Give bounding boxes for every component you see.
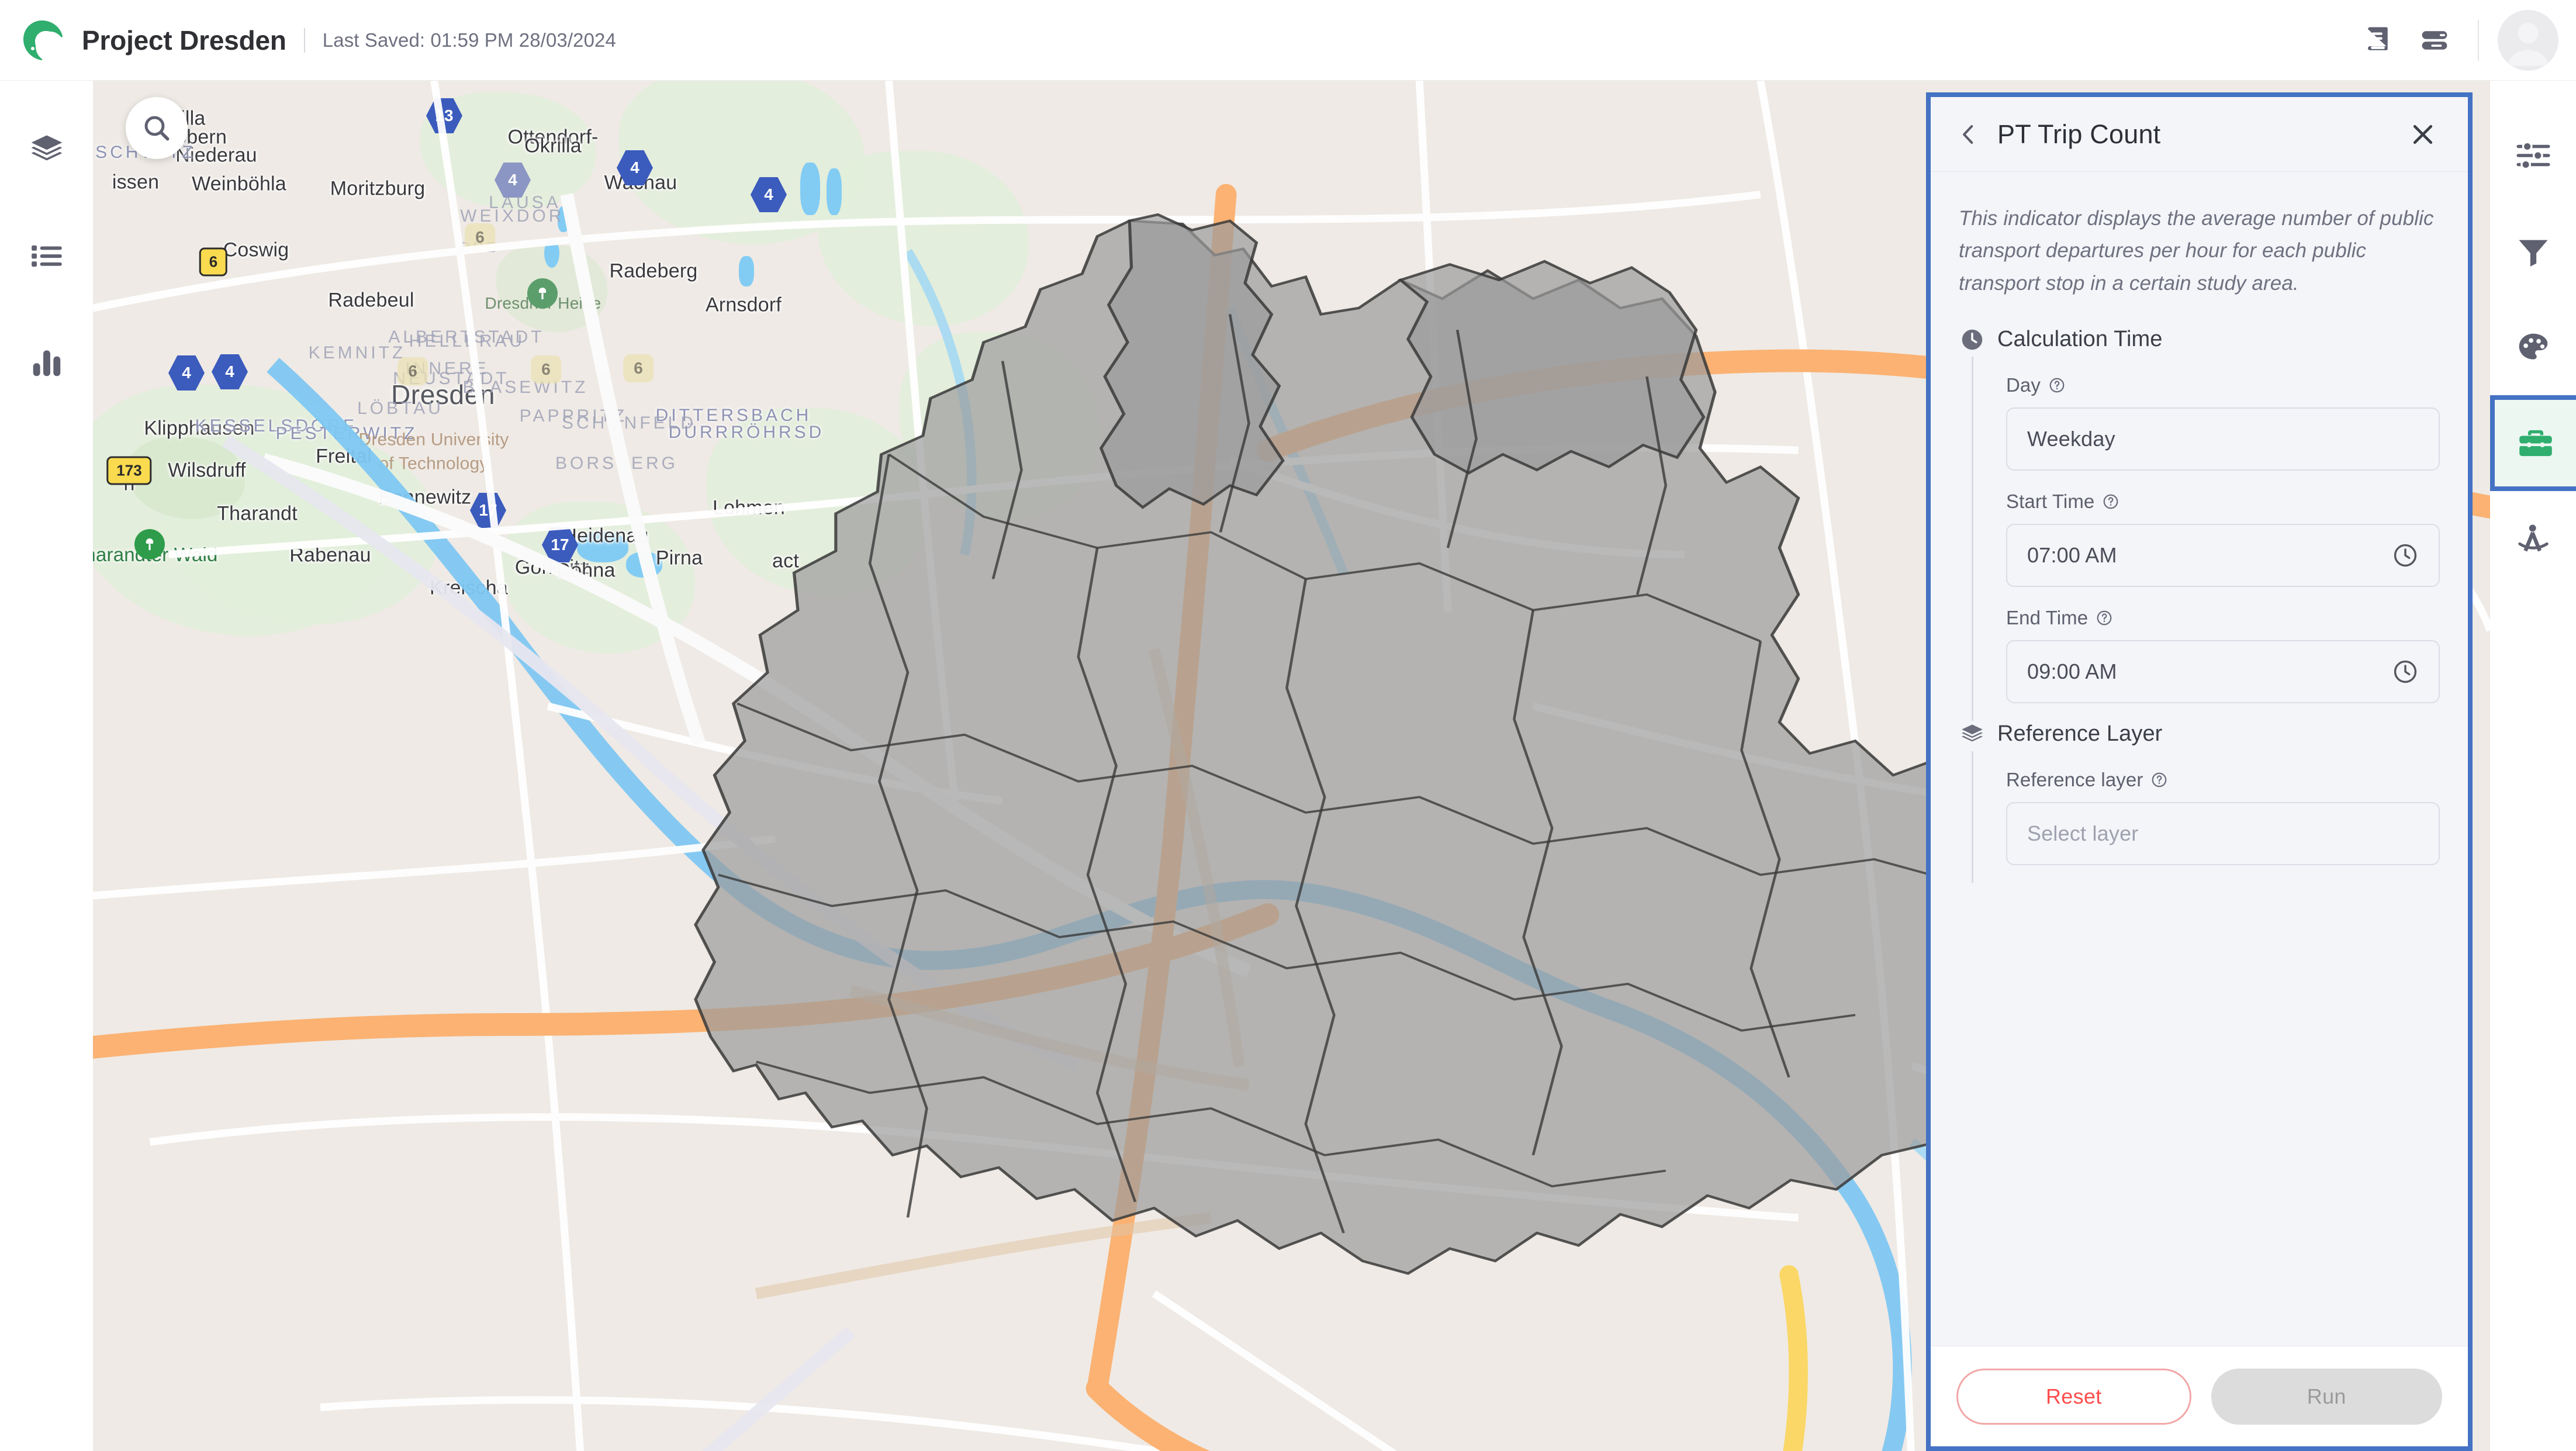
reference-layer-select[interactable]: Select layer — [2006, 801, 2440, 865]
clock-icon[interactable] — [2392, 542, 2419, 569]
section-body-reference-layer: Reference layer Select layer — [1972, 751, 2440, 883]
funnel-icon — [2518, 240, 2548, 267]
database-button[interactable] — [2406, 12, 2463, 68]
field-label-text: End Time — [2006, 606, 2089, 628]
help-icon[interactable] — [2150, 771, 2168, 789]
close-icon — [2413, 125, 2433, 144]
compass-icon — [2518, 524, 2549, 552]
sidebar-item-toolbox[interactable] — [2490, 395, 2576, 491]
section-header-reference-layer: Reference Layer — [1959, 721, 2440, 748]
start-time-value: 07:00 AM — [2027, 543, 2117, 567]
app-header: Project Dresden Last Saved: 01:59 PM 28/… — [0, 0, 2576, 81]
field-label-text: Day — [2006, 374, 2041, 396]
field-reference-layer: Reference layer Select layer — [2006, 769, 2440, 865]
end-time-input[interactable]: 09:00 AM — [2006, 640, 2440, 703]
last-saved-text: Last Saved: 01:59 PM 28/03/2024 — [322, 29, 616, 51]
help-icon[interactable] — [2048, 376, 2066, 394]
palette-icon — [2519, 333, 2547, 360]
panel-body: This indicator displays the average numb… — [1931, 172, 2468, 1346]
start-time-input[interactable]: 07:00 AM — [2006, 523, 2440, 587]
day-value: Weekday — [2027, 426, 2115, 451]
clock-icon[interactable] — [2392, 658, 2419, 685]
field-end-time: End Time 09:00 AM — [2006, 607, 2440, 703]
panel-footer: Reset Run — [1931, 1346, 2468, 1446]
day-select[interactable]: Weekday — [2006, 407, 2440, 471]
sidebar-item-legend[interactable] — [18, 227, 76, 285]
header-divider — [303, 27, 305, 53]
right-sidebar — [2490, 81, 2576, 1451]
reference-layer-placeholder: Select layer — [2027, 821, 2139, 845]
section-title: Reference Layer — [1997, 721, 2163, 747]
field-label-text: Start Time — [2006, 490, 2095, 512]
field-label-text: Reference layer — [2006, 768, 2143, 790]
layers-icon — [31, 135, 62, 161]
field-label-start-time: Start Time — [2006, 490, 2440, 513]
panel-back-button[interactable] — [1951, 116, 1987, 153]
run-button[interactable]: Run — [2211, 1368, 2442, 1425]
field-day: Day Weekday — [2006, 374, 2440, 471]
header-actions — [2350, 9, 2576, 71]
section-body-calculation-time: Day Weekday Start Time 07:00 AM End Time… — [1972, 356, 2440, 721]
indicator-description: This indicator displays the average numb… — [1959, 207, 2434, 295]
sidebar-item-properties[interactable] — [2490, 108, 2576, 203]
field-label-day: Day — [2006, 374, 2440, 396]
help-icon[interactable] — [2102, 493, 2119, 510]
app-root: Project Dresden Last Saved: 01:59 PM 28/… — [0, 0, 2576, 1451]
sidebar-item-style[interactable] — [2490, 299, 2576, 395]
field-label-reference-layer: Reference layer — [2006, 769, 2440, 791]
sidebar-item-filter[interactable] — [2490, 203, 2576, 299]
list-icon — [31, 245, 62, 267]
chevron-left-icon — [1963, 125, 1973, 144]
field-start-time: Start Time 07:00 AM — [2006, 490, 2440, 587]
book-icon — [2368, 27, 2388, 50]
sidebar-item-charts[interactable] — [18, 333, 76, 392]
panel-header: PT Trip Count — [1931, 97, 2468, 172]
user-avatar-icon — [2498, 9, 2558, 71]
bar-chart-icon — [33, 350, 60, 376]
avatar[interactable] — [2498, 9, 2558, 71]
sidebar-item-scenario[interactable] — [2490, 491, 2576, 587]
end-time-value: 09:00 AM — [2027, 659, 2117, 683]
brand: Project Dresden Last Saved: 01:59 PM 28/… — [0, 18, 616, 63]
sliders-icon — [2516, 141, 2550, 170]
panel-close-button[interactable] — [2404, 115, 2442, 154]
field-label-end-time: End Time — [2006, 607, 2440, 629]
app-logo-icon — [20, 18, 64, 63]
layers-icon — [1959, 721, 1986, 748]
docs-button[interactable] — [2350, 12, 2406, 68]
server-icon — [2422, 30, 2447, 50]
sidebar-item-layers[interactable] — [18, 120, 76, 179]
help-icon[interactable] — [2096, 609, 2113, 627]
header-action-divider — [2478, 19, 2479, 61]
toolbox-icon — [2519, 430, 2552, 457]
panel-title: PT Trip Count — [1997, 119, 2161, 149]
indicator-panel: PT Trip Count This indicator displays th… — [1926, 92, 2473, 1451]
panel-inner: PT Trip Count This indicator displays th… — [1931, 97, 2468, 1446]
map-search-button[interactable] — [126, 97, 188, 159]
left-sidebar — [0, 81, 93, 1451]
clock-icon — [1959, 326, 1986, 353]
app-title: Project Dresden — [82, 25, 286, 56]
reset-button[interactable]: Reset — [1956, 1368, 2191, 1425]
search-icon — [144, 116, 170, 141]
section-header-calculation-time: Calculation Time — [1959, 326, 2440, 353]
section-title: Calculation Time — [1997, 327, 2163, 352]
